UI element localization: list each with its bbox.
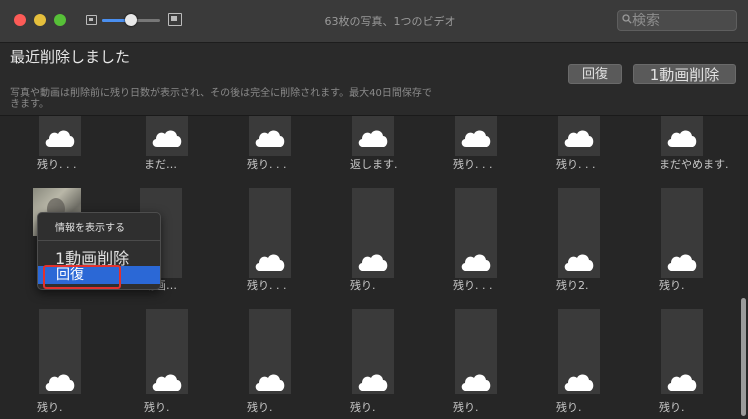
page-title: 最近削除しました (10, 48, 131, 66)
grid-item[interactable]: 残り. (243, 116, 336, 419)
grid-item-label: 残り. (37, 401, 63, 414)
cloud-icon (564, 374, 594, 391)
cloud-icon (255, 374, 285, 391)
cloud-icon (667, 374, 697, 391)
zoom-in-icon[interactable] (168, 13, 182, 26)
recover-button[interactable]: 回復 (568, 64, 622, 84)
grid-item-label: 残り. (247, 401, 273, 414)
minimize-button[interactable] (34, 14, 46, 26)
photos-window: 63枚の写真、1つのビデオ 最近削除しました 写真や動画は削除前に残り日数が表示… (0, 0, 748, 419)
menu-separator (38, 240, 160, 241)
grid-item[interactable]: 残り. (449, 116, 542, 419)
scrollbar[interactable] (741, 298, 746, 416)
grid-item[interactable]: 残り. (552, 116, 645, 419)
window-title: 63枚の写真、1つのビデオ (324, 15, 456, 28)
search-input[interactable] (632, 11, 732, 30)
fullscreen-button[interactable] (54, 14, 66, 26)
close-button[interactable] (14, 14, 26, 26)
grid-item-label: 残り. (350, 401, 376, 414)
grid-item-label: 残り. (556, 401, 582, 414)
grid-item-label: 残り. (659, 401, 685, 414)
grid-item-label: 残り. (453, 401, 479, 414)
menu-item-get-info[interactable]: 情報を表示する (38, 219, 160, 234)
zoom-out-icon[interactable] (86, 15, 97, 25)
cloud-icon (461, 374, 491, 391)
highlight-annotation (43, 265, 121, 289)
delete-button[interactable]: 1動画削除 (633, 64, 736, 84)
grid-item-label: 残り. (144, 401, 170, 414)
search-field[interactable] (617, 10, 737, 31)
cloud-icon (45, 374, 75, 391)
cloud-icon (152, 374, 182, 391)
page-header: 最近削除しました 写真や動画は削除前に残り日数が表示され、その後は完全に削除され… (0, 43, 748, 116)
zoom-slider[interactable] (102, 14, 160, 26)
cloud-icon (358, 374, 388, 391)
title-bar: 63枚の写真、1つのビデオ (0, 0, 748, 43)
grid-item[interactable]: 残り. (346, 116, 439, 419)
zoom-slider-knob[interactable] (125, 14, 137, 26)
search-icon (622, 14, 632, 24)
grid-item[interactable]: 残り. (655, 116, 748, 419)
page-description: 写真や動画は削除前に残り日数が表示され、その後は完全に削除されます。最大40日間… (10, 88, 432, 110)
